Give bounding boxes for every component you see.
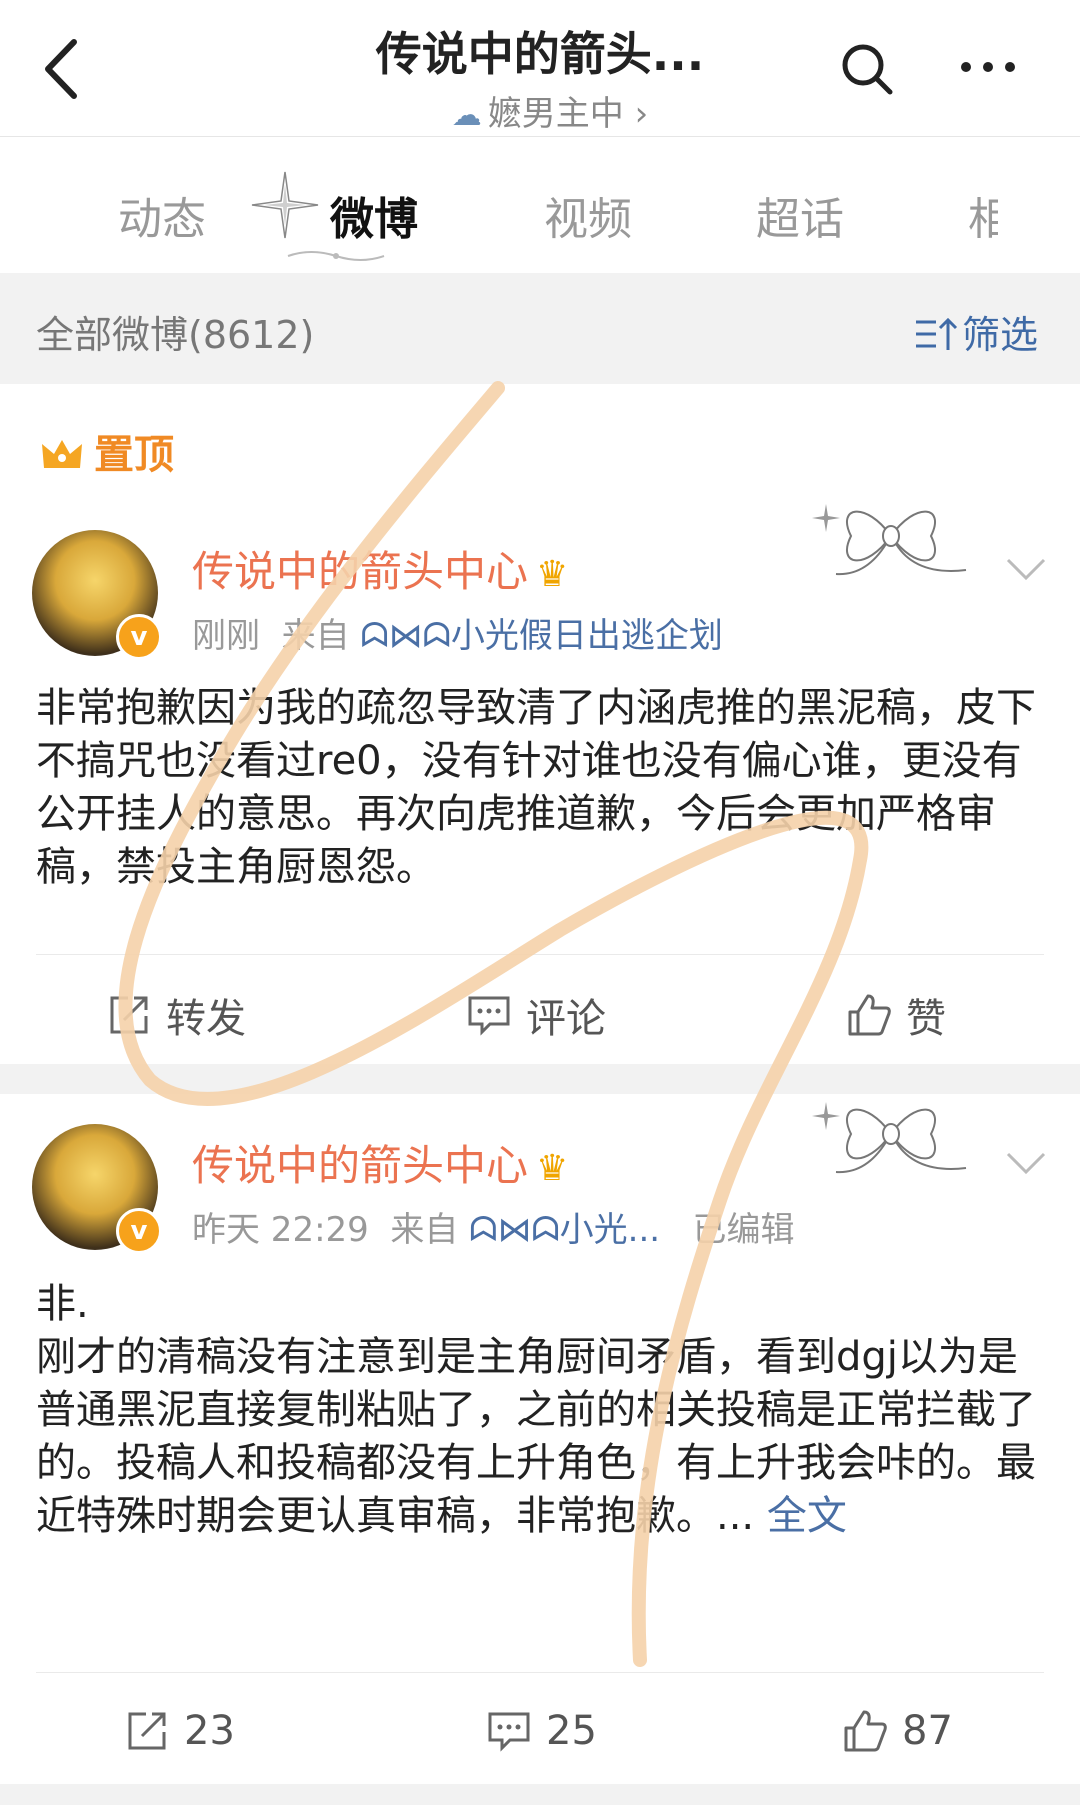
top-nav-bar: 传说中的箭头... ☁ 嬷男主中 › <box>0 0 1080 137</box>
post-text: 非. 刚才的清稿没有注意到是主角厨间矛盾，看到dgj以为是普通黑泥直接复制粘贴了… <box>36 1278 1046 1608</box>
subtitle-chevron-icon: › <box>634 94 649 134</box>
tab-weibo[interactable]: 微博 <box>330 183 418 247</box>
from-label: 来自 <box>390 1210 459 1250</box>
divider <box>36 954 1044 955</box>
like-button[interactable]: 87 <box>842 1708 953 1754</box>
tab-album[interactable]: 相 <box>968 183 998 247</box>
repost-button[interactable]: 23 <box>124 1708 235 1754</box>
like-count: 87 <box>902 1708 953 1754</box>
author-name-text: 传说中的箭头中心 <box>192 547 529 596</box>
vip-crown-icon: ♛ <box>536 1148 569 1189</box>
comment-count: 25 <box>546 1708 597 1754</box>
vip-crown-icon: ♛ <box>536 554 569 595</box>
tab-dynamic[interactable]: 动态 <box>118 183 206 247</box>
profile-tabs: 动态 微博 视频 超话 相 <box>0 137 1080 273</box>
post-text-body: 非. 刚才的清稿没有注意到是主角厨间矛盾，看到dgj以为是普通黑泥直接复制粘贴了… <box>36 1281 1036 1539</box>
verified-icon: v <box>116 1208 162 1254</box>
comment-label: 评论 <box>526 996 606 1042</box>
avatar[interactable]: v <box>32 530 162 660</box>
repost-count: 23 <box>184 1708 235 1754</box>
post-meta: 昨天 22:29 来自 ᗣ⋈ᗣ小光... 已编辑 <box>192 1202 795 1251</box>
comment-button[interactable]: 25 <box>486 1708 597 1754</box>
search-icon[interactable] <box>840 42 894 96</box>
subtitle-text: 嬷男主中 <box>487 94 624 134</box>
bow-decoration-icon <box>812 1102 967 1174</box>
like-icon <box>844 1710 887 1752</box>
comment-icon <box>468 996 510 1036</box>
divider <box>36 1672 1044 1673</box>
repost-button[interactable]: 转发 <box>106 986 246 1044</box>
repost-icon <box>110 996 148 1034</box>
tab-ornament-icon <box>287 251 385 261</box>
post-source[interactable]: ᗣ⋈ᗣ小光假日出逃企划 <box>360 616 722 656</box>
post-text: 非常抱歉因为我的疏忽导致清了内涵虎推的黑泥稿，皮下不搞咒也没看过re0，没有针对… <box>36 685 1036 890</box>
page-subtitle[interactable]: ☁ 嬷男主中 › <box>420 86 680 135</box>
from-label: 来自 <box>281 616 350 656</box>
cloud-icon: ☁ <box>451 98 482 133</box>
pinned-label: 置顶 <box>94 432 174 478</box>
post-time: 昨天 22:29 <box>192 1210 369 1250</box>
repost-icon <box>128 1712 166 1750</box>
chevron-down-icon[interactable] <box>1004 554 1048 584</box>
weibo-count: 全部微博(8612) <box>36 313 315 357</box>
pinned-badge: 置顶 <box>40 422 174 480</box>
avatar[interactable]: v <box>32 1124 162 1254</box>
tab-video[interactable]: 视频 <box>544 183 632 247</box>
crown-icon <box>42 440 82 468</box>
comment-button[interactable]: 评论 <box>466 986 606 1044</box>
like-label: 赞 <box>906 996 946 1042</box>
more-icon[interactable] <box>958 52 1018 82</box>
post-card[interactable]: v 传说中的箭头中心 ♛ 昨天 22:29 来自 ᗣ⋈ᗣ小光... 已编辑 非. … <box>0 1094 1080 1784</box>
read-more-link[interactable]: 全文 <box>767 1493 847 1539</box>
post-time: 刚刚 <box>192 616 260 656</box>
like-button[interactable]: 赞 <box>846 986 946 1044</box>
filter-icon <box>916 317 958 350</box>
comment-icon <box>488 1712 530 1752</box>
filter-bar: 全部微博(8612) 筛选 <box>0 274 1080 384</box>
filter-label: 筛选 <box>962 313 1039 357</box>
verified-icon: v <box>116 614 162 660</box>
bow-decoration-icon <box>812 504 967 576</box>
post-card[interactable]: 置顶 v 传说中的箭头中心 ♛ 刚刚 来自 ᗣ⋈ᗣ小光假日出逃企划 非常抱歉因为我… <box>0 384 1080 1064</box>
sparkle-star-icon <box>251 171 319 239</box>
tab-supertopic[interactable]: 超话 <box>756 183 844 247</box>
back-icon[interactable] <box>38 34 88 104</box>
edited-label[interactable]: 已编辑 <box>693 1210 795 1250</box>
author-name-text: 传说中的箭头中心 <box>192 1141 529 1190</box>
author-name[interactable]: 传说中的箭头中心 ♛ <box>192 1132 568 1193</box>
post-meta: 刚刚 来自 ᗣ⋈ᗣ小光假日出逃企划 <box>192 608 723 657</box>
like-icon <box>848 994 891 1036</box>
chevron-down-icon[interactable] <box>1004 1148 1048 1178</box>
page-title: 传说中的箭头... <box>375 27 705 81</box>
repost-label: 转发 <box>166 996 246 1042</box>
post-source[interactable]: ᗣ⋈ᗣ小光... <box>469 1210 660 1250</box>
author-name[interactable]: 传说中的箭头中心 ♛ <box>192 538 568 599</box>
filter-button[interactable]: 筛选 <box>914 304 1038 359</box>
